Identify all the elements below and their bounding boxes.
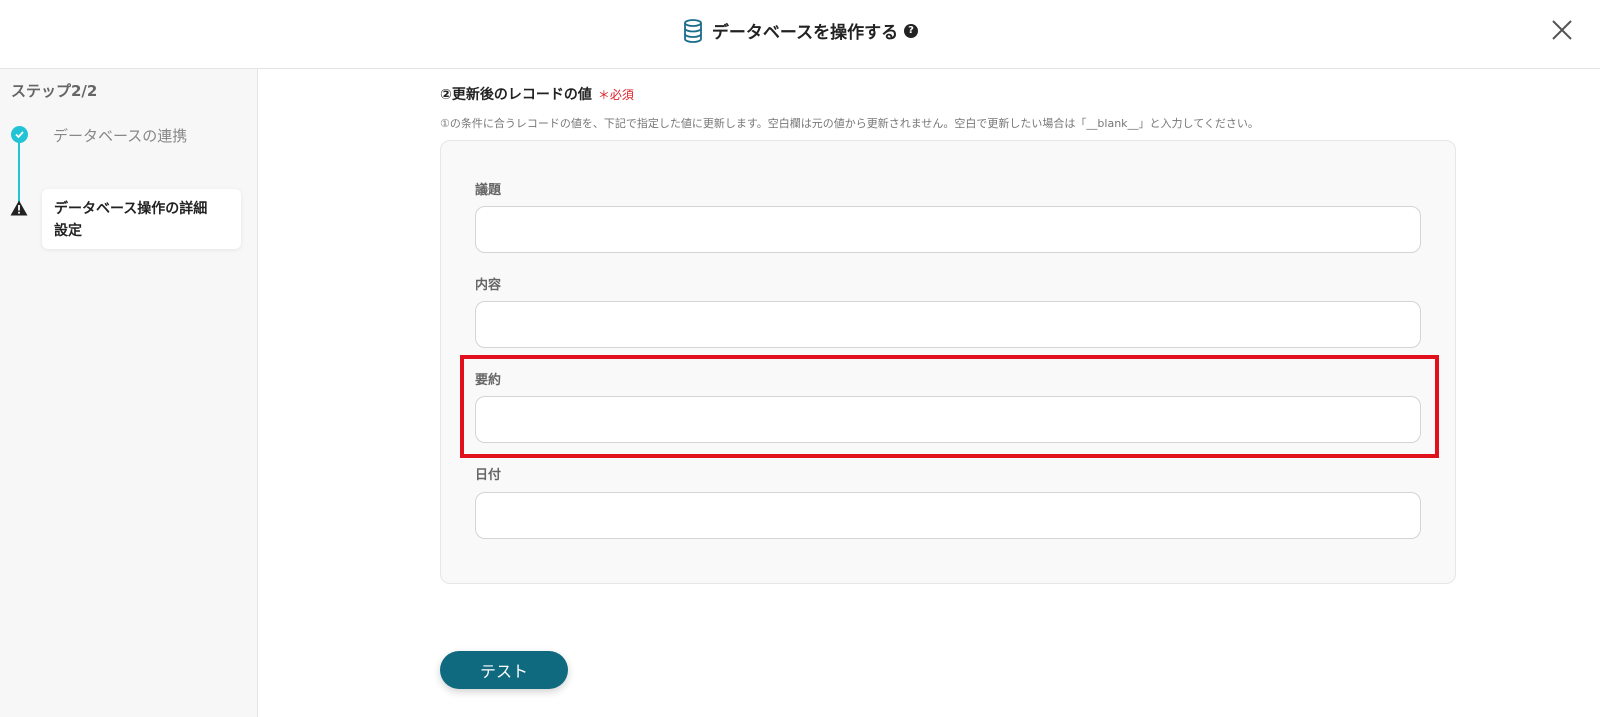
field-label-agenda: 議題 (475, 183, 502, 198)
field-label-date: 日付 (475, 468, 502, 483)
sidebar-item-database-link[interactable]: データベースの連携 (53, 125, 187, 146)
content-input[interactable] (475, 301, 1421, 348)
database-icon (684, 18, 702, 43)
test-button[interactable]: テスト (440, 651, 568, 689)
close-icon[interactable] (1550, 18, 1574, 42)
sidebar-item-label-line1: データベース操作の詳細 (54, 201, 208, 217)
sidebar-item-operation-settings[interactable]: データベース操作の詳細 設定 (42, 189, 241, 249)
step-counter: ステップ2/2 (11, 82, 98, 100)
field-label-content: 内容 (475, 278, 502, 293)
section-title: ②更新後のレコードの値 ＊必須 (440, 84, 634, 104)
required-badge: ＊必須 (597, 88, 634, 102)
help-icon[interactable]: ? (904, 23, 919, 38)
section-description: ①の条件に合うレコードの値を、下記で指定した値に更新します。空白欄は元の値から更… (440, 117, 1259, 130)
highlight-box (460, 355, 1439, 458)
step-sidebar: ステップ2/2 データベースの連携 データベース操作の詳細 設定 (0, 69, 258, 717)
sidebar-item-label-line2: 設定 (54, 223, 82, 239)
page-title: データベースを操作する (711, 23, 899, 43)
header-title: データベースを操作する ? (0, 18, 1600, 43)
agenda-input[interactable] (475, 206, 1421, 253)
date-input[interactable] (475, 492, 1421, 539)
section-title-text: ②更新後のレコードの値 (440, 87, 592, 103)
warning-icon (10, 200, 28, 216)
modal-header: データベースを操作する ? (0, 0, 1600, 69)
check-icon (11, 126, 28, 143)
